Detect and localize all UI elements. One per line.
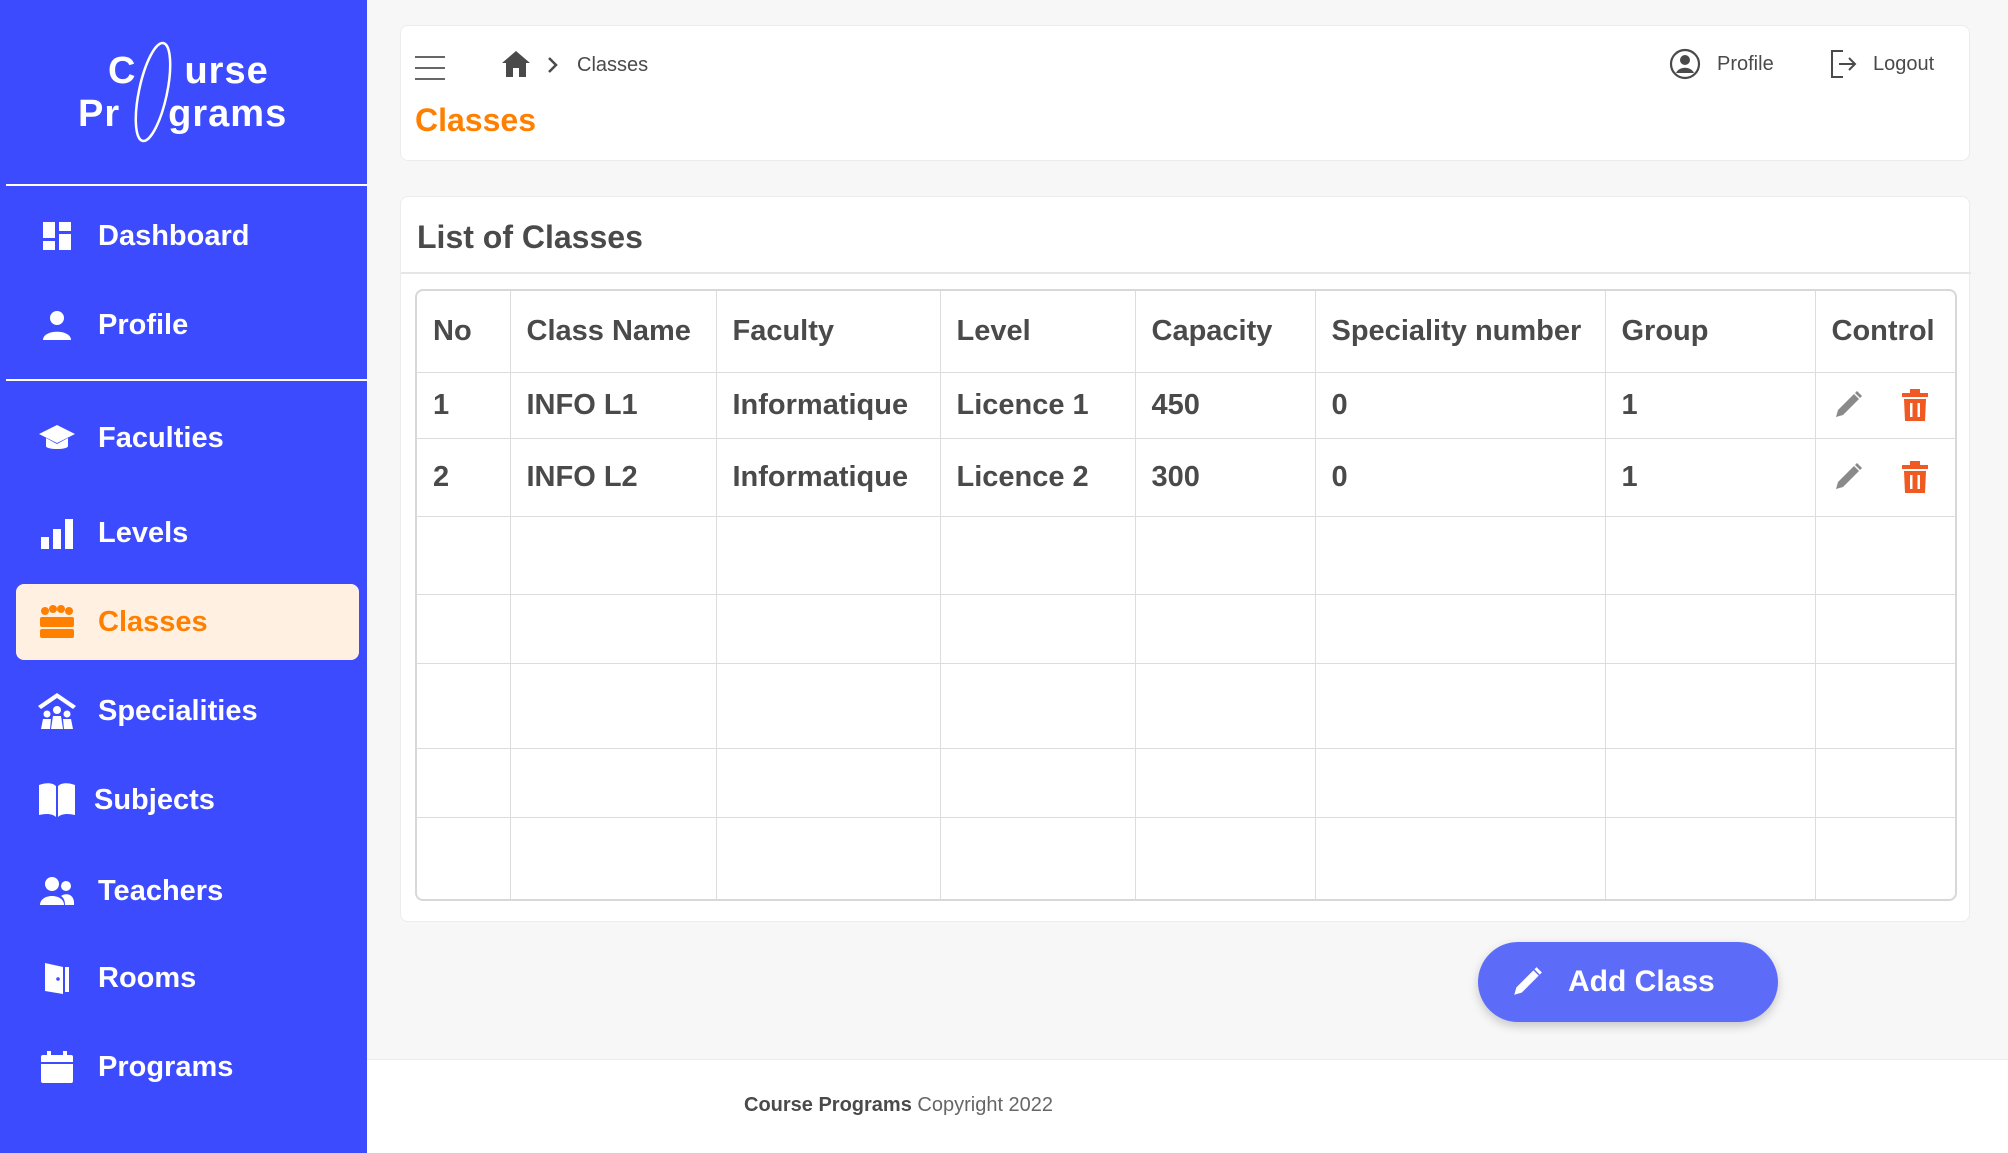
- profile-label: Profile: [1717, 52, 1774, 75]
- add-class-label: Add Class: [1568, 965, 1715, 998]
- door-icon: [36, 957, 78, 999]
- sidebar-item-label: Dashboard: [98, 219, 250, 252]
- cell-no: 1: [417, 372, 511, 439]
- people-roof-icon: [36, 690, 78, 732]
- classes-table-wrapper: No Class Name Faculty Level Capacity Spe…: [415, 289, 1957, 901]
- add-class-button[interactable]: Add Class: [1478, 942, 1778, 1022]
- user-circle-icon: [1669, 48, 1701, 80]
- calendar-icon: [36, 1046, 78, 1088]
- table-row[interactable]: 1 INFO L1 Informatique Licence 1 450 0 1: [417, 372, 1955, 439]
- logout-label: Logout: [1873, 52, 1935, 75]
- graduation-cap-icon: [36, 417, 78, 459]
- empty-row: [417, 663, 1955, 749]
- column-header[interactable]: Group: [1605, 291, 1816, 373]
- delete-trash-icon[interactable]: [1900, 460, 1930, 494]
- sidebar-item-teachers[interactable]: Teachers: [16, 853, 359, 929]
- column-header[interactable]: No: [417, 291, 511, 373]
- sidebar-item-label: Subjects: [94, 783, 215, 816]
- sidebar-item-label: Programs: [98, 1050, 234, 1083]
- cell-class-name: INFO L2: [510, 438, 717, 517]
- footer: Course Programs Copyright 2022: [367, 1059, 2008, 1153]
- sidebar-item-label: Rooms: [98, 961, 197, 994]
- chevron-right-icon: [546, 56, 560, 79]
- page-title: Classes: [415, 102, 536, 138]
- table-header-row: No Class Name Faculty Level Capacity Spe…: [417, 291, 1955, 373]
- column-header[interactable]: Capacity: [1135, 291, 1316, 373]
- column-header[interactable]: Level: [940, 291, 1136, 373]
- sidebar-item-profile[interactable]: Profile: [16, 287, 359, 363]
- cell-capacity: 300: [1135, 438, 1316, 517]
- sidebar-item-faculties[interactable]: Faculties: [16, 400, 359, 476]
- footer-text: Course Programs Copyright 2022: [744, 1094, 1053, 1117]
- sidebar-item-classes[interactable]: Classes: [16, 584, 359, 660]
- logout-link[interactable]: Logout: [1829, 48, 1934, 80]
- cell-level: Licence 2: [940, 438, 1136, 517]
- cell-no: 2: [417, 438, 511, 517]
- cell-group: 1: [1605, 372, 1816, 439]
- class-seats-icon: [36, 601, 78, 643]
- card-title: List of Classes: [417, 219, 643, 255]
- cell-level: Licence 1: [940, 372, 1136, 439]
- sidebar-item-specialities[interactable]: Specialities: [16, 673, 359, 749]
- dashboard-icon: [36, 215, 78, 257]
- delete-trash-icon[interactable]: [1900, 388, 1930, 422]
- sidebar: Curse Pr grams Dashboard Profile Facultie…: [0, 0, 367, 1153]
- sidebar-item-label: Teachers: [98, 874, 224, 907]
- sidebar-item-programs[interactable]: Programs: [16, 1029, 359, 1105]
- footer-brand: Course Programs: [744, 1094, 912, 1116]
- sidebar-divider: [6, 184, 367, 186]
- card-divider: [401, 272, 1971, 274]
- table-row[interactable]: 2 INFO L2 Informatique Licence 2 300 0 1: [417, 438, 1955, 517]
- sidebar-item-label: Profile: [98, 308, 189, 341]
- column-header[interactable]: Faculty: [716, 291, 941, 373]
- cell-faculty: Informatique: [716, 372, 941, 439]
- sidebar-item-levels[interactable]: Levels: [16, 495, 359, 571]
- cell-group: 1: [1605, 438, 1816, 517]
- empty-row: [417, 817, 1955, 899]
- sidebar-item-dashboard[interactable]: Dashboard: [16, 198, 359, 274]
- sidebar-item-subjects[interactable]: Subjects: [16, 762, 359, 838]
- classes-card: List of Classes No Class Name Faculty Le…: [400, 196, 1971, 922]
- footer-copyright: Copyright 2022: [917, 1094, 1054, 1116]
- classes-table: No Class Name Faculty Level Capacity Spe…: [417, 291, 1955, 899]
- sidebar-item-label: Levels: [98, 516, 189, 549]
- menu-toggle-icon[interactable]: [415, 56, 445, 82]
- logo-ellipse-icon: [134, 41, 172, 143]
- empty-row: [417, 748, 1955, 818]
- profile-link[interactable]: Profile: [1669, 48, 1774, 80]
- column-header[interactable]: Speciality number: [1315, 291, 1606, 373]
- sidebar-item-rooms[interactable]: Rooms: [16, 940, 359, 1016]
- pencil-icon: [1514, 967, 1542, 995]
- cell-class-name: INFO L1: [510, 372, 717, 439]
- column-header[interactable]: Control: [1815, 291, 1955, 373]
- cell-control: [1815, 438, 1955, 517]
- edit-pencil-icon[interactable]: [1832, 461, 1864, 493]
- sidebar-item-label: Classes: [98, 605, 208, 638]
- sidebar-item-label: Faculties: [98, 421, 224, 454]
- user-icon: [36, 304, 78, 346]
- users-icon: [36, 870, 78, 912]
- sidebar-divider: [6, 379, 367, 381]
- sidebar-item-label: Specialities: [98, 694, 258, 727]
- header-bar: Classes Classes Profile Logout: [400, 25, 1970, 161]
- logout-icon: [1831, 50, 1857, 78]
- empty-row: [417, 516, 1955, 595]
- book-icon: [36, 779, 78, 821]
- breadcrumb-current[interactable]: Classes: [577, 54, 648, 77]
- home-icon[interactable]: [501, 50, 531, 83]
- column-header[interactable]: Class Name: [510, 291, 717, 373]
- edit-pencil-icon[interactable]: [1832, 389, 1864, 421]
- cell-control: [1815, 372, 1955, 439]
- cell-faculty: Informatique: [716, 438, 941, 517]
- empty-row: [417, 594, 1955, 664]
- cell-capacity: 450: [1135, 372, 1316, 439]
- app-logo[interactable]: Curse Pr grams: [0, 0, 367, 184]
- cell-speciality-number: 0: [1315, 372, 1606, 439]
- cell-speciality-number: 0: [1315, 438, 1606, 517]
- bar-chart-icon: [36, 512, 78, 554]
